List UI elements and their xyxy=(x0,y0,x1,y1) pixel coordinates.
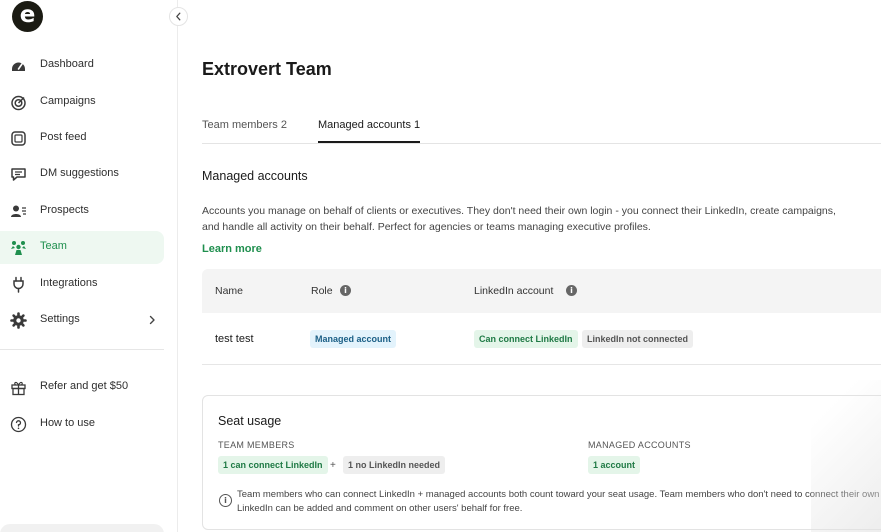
managed-accounts-label: MANAGED ACCOUNTS xyxy=(588,440,691,450)
linkedin-status-badge: Can connect LinkedIn xyxy=(474,330,578,348)
chevron-right-icon xyxy=(149,315,155,325)
section-title: Managed accounts xyxy=(202,169,308,183)
sidebar-bottom-panel xyxy=(0,524,164,532)
sidebar-item-dashboard[interactable]: Dashboard xyxy=(0,49,164,82)
sidebar-item-label: Team xyxy=(40,240,67,252)
sidebar-item-prospects[interactable]: Prospects xyxy=(0,195,164,228)
collapse-sidebar-button[interactable] xyxy=(169,7,188,26)
gift-icon xyxy=(11,381,26,396)
sidebar: e Dashboard Campaigns Post feed DM sugge… xyxy=(0,0,178,532)
column-header-linkedin: LinkedIn account xyxy=(474,285,554,297)
member-name: test test xyxy=(215,333,254,345)
sidebar-item-post-feed[interactable]: Post feed xyxy=(0,122,164,155)
seat-badge-can-connect: 1 can connect LinkedIn xyxy=(218,456,328,474)
sidebar-item-campaigns[interactable]: Campaigns xyxy=(0,86,164,119)
sidebar-item-label: Refer and get $50 xyxy=(40,380,129,392)
team-icon xyxy=(11,241,26,255)
sidebar-item-label: Integrations xyxy=(40,277,98,289)
tab-bar: Team members 2 Managed accounts 1 xyxy=(202,107,881,144)
section-description: Accounts you manage on behalf of clients… xyxy=(202,205,836,233)
page-title: Extrovert Team xyxy=(202,59,332,79)
chevron-left-icon xyxy=(176,12,181,21)
sidebar-item-refer[interactable]: Refer and get $50 xyxy=(0,371,164,404)
post-feed-icon xyxy=(11,131,26,146)
sidebar-item-label: Dashboard xyxy=(40,58,94,70)
info-icon: i xyxy=(219,494,232,507)
sidebar-item-label: DM suggestions xyxy=(40,167,119,179)
plug-icon xyxy=(13,276,24,293)
seat-badge-no-linkedin: 1 no LinkedIn needed xyxy=(343,456,446,474)
dashboard-icon xyxy=(12,62,25,71)
tab-managed-accounts[interactable]: Managed accounts 1 xyxy=(318,119,421,143)
gear-icon xyxy=(10,312,27,329)
info-icon[interactable]: i xyxy=(566,285,577,296)
logo-letter: e xyxy=(19,2,36,28)
help-icon xyxy=(10,416,27,433)
sidebar-item-label: Settings xyxy=(40,313,80,325)
column-header-role: Role xyxy=(311,285,333,297)
seat-usage-note: Team members who can connect LinkedIn + … xyxy=(237,489,880,514)
sidebar-divider xyxy=(0,349,164,350)
prospects-icon xyxy=(11,205,26,217)
column-header-name: Name xyxy=(215,285,244,297)
seat-usage-title: Seat usage xyxy=(218,414,282,428)
sidebar-item-label: Campaigns xyxy=(40,95,96,107)
learn-more-link[interactable]: Learn more xyxy=(202,243,262,255)
table-header: Name Role i LinkedIn account i xyxy=(202,269,881,313)
plus-sign: + xyxy=(330,460,336,471)
sidebar-item-team[interactable]: Team xyxy=(0,231,164,264)
sidebar-item-label: How to use xyxy=(40,417,96,429)
info-icon[interactable]: i xyxy=(340,285,351,296)
sidebar-item-label: Post feed xyxy=(40,131,87,143)
table-row[interactable]: test test Managed account Can connect Li… xyxy=(202,313,881,365)
sidebar-item-integrations[interactable]: Integrations xyxy=(0,268,164,301)
seat-usage-card: Seat usage TEAM MEMBERS 1 can connect Li… xyxy=(202,395,881,530)
campaigns-icon xyxy=(11,95,26,111)
dm-suggestions-icon xyxy=(11,168,26,181)
sidebar-item-settings[interactable]: Settings xyxy=(0,304,164,337)
sidebar-item-label: Prospects xyxy=(40,204,89,216)
connection-status-badge: LinkedIn not connected xyxy=(582,330,694,348)
extrovert-logo[interactable]: e xyxy=(12,1,43,32)
sidebar-item-how-to-use[interactable]: How to use xyxy=(0,408,164,441)
main-content: Extrovert Team Team members 2 Managed ac… xyxy=(178,0,881,532)
team-members-label: TEAM MEMBERS xyxy=(218,440,295,450)
seat-badge-managed: 1 account xyxy=(588,456,641,474)
role-badge: Managed account xyxy=(310,330,397,348)
sidebar-item-dm-suggestions[interactable]: DM suggestions xyxy=(0,158,164,191)
tab-team-members[interactable]: Team members 2 xyxy=(202,119,287,143)
